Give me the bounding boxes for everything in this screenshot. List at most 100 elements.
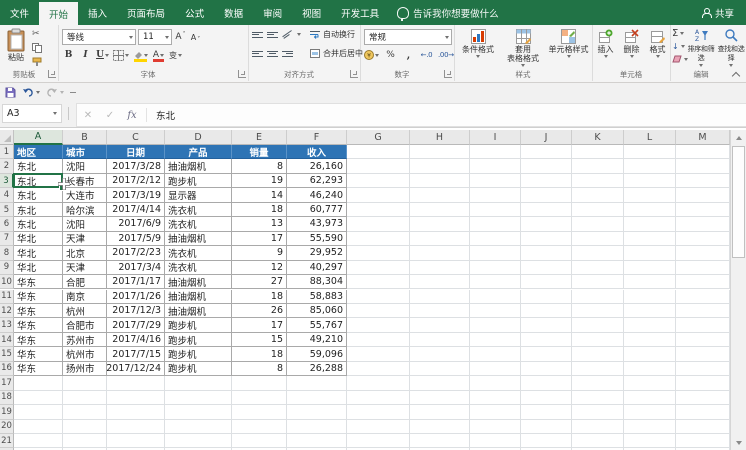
cell-H19[interactable] bbox=[410, 405, 470, 419]
cell-M11[interactable] bbox=[676, 290, 730, 304]
cell-F2[interactable]: 26,160 bbox=[287, 159, 347, 173]
cell-D11[interactable]: 抽油烟机 bbox=[165, 290, 232, 304]
cell-I8[interactable] bbox=[470, 246, 521, 260]
cell-K18[interactable] bbox=[572, 391, 624, 405]
autosum-button[interactable]: Σ bbox=[672, 28, 684, 39]
cell-B7[interactable]: 天津 bbox=[63, 232, 107, 246]
cell-I11[interactable] bbox=[470, 290, 521, 304]
column-header-G[interactable]: G bbox=[347, 130, 410, 145]
cell-G21[interactable] bbox=[347, 434, 410, 448]
cell-B15[interactable]: 杭州市 bbox=[63, 347, 107, 361]
cell-E3[interactable]: 19 bbox=[232, 174, 287, 188]
cell-C13[interactable]: 2017/7/29 bbox=[107, 318, 165, 332]
cell-K19[interactable] bbox=[572, 405, 624, 419]
copy-button[interactable] bbox=[32, 43, 42, 53]
cell-J16[interactable] bbox=[521, 362, 572, 376]
format-as-table-button[interactable]: 套用 表格格式 bbox=[501, 28, 545, 67]
cell-I19[interactable] bbox=[470, 405, 521, 419]
cell-C1[interactable]: 日期 bbox=[107, 145, 165, 159]
font-color-button[interactable]: A bbox=[152, 48, 165, 62]
cell-K5[interactable] bbox=[572, 203, 624, 217]
column-header-I[interactable]: I bbox=[470, 130, 521, 145]
cell-H2[interactable] bbox=[410, 159, 470, 173]
cell-I18[interactable] bbox=[470, 391, 521, 405]
column-header-C[interactable]: C bbox=[107, 130, 165, 145]
phonetic-guide-button[interactable]: 变 bbox=[169, 48, 182, 62]
cell-C4[interactable]: 2017/3/19 bbox=[107, 188, 165, 202]
cell-E14[interactable]: 15 bbox=[232, 333, 287, 347]
cell-C5[interactable]: 2017/4/14 bbox=[107, 203, 165, 217]
cell-A6[interactable]: 东北 bbox=[14, 217, 63, 231]
cell-B13[interactable]: 合肥市 bbox=[63, 318, 107, 332]
decrease-font-button[interactable]: A˅ bbox=[189, 30, 202, 44]
cell-E10[interactable]: 27 bbox=[232, 275, 287, 289]
cell-E6[interactable]: 13 bbox=[232, 217, 287, 231]
column-header-K[interactable]: K bbox=[572, 130, 624, 145]
orientation-icon[interactable] bbox=[281, 29, 294, 41]
cell-M2[interactable] bbox=[676, 159, 730, 173]
redo-button[interactable] bbox=[46, 87, 64, 97]
align-middle-icon[interactable] bbox=[267, 30, 278, 39]
cell-J12[interactable] bbox=[521, 304, 572, 318]
clipboard-dialog-launcher[interactable] bbox=[48, 70, 56, 78]
fill-button[interactable]: ↓ bbox=[672, 42, 685, 51]
cell-B12[interactable]: 杭州 bbox=[63, 304, 107, 318]
cell-G7[interactable] bbox=[347, 232, 410, 246]
cell-M4[interactable] bbox=[676, 188, 730, 202]
row-header-7[interactable]: 7 bbox=[0, 232, 14, 246]
row-header-21[interactable]: 21 bbox=[0, 434, 14, 448]
cell-B9[interactable]: 天津 bbox=[63, 261, 107, 275]
cell-F3[interactable]: 62,293 bbox=[287, 174, 347, 188]
cell-K12[interactable] bbox=[572, 304, 624, 318]
italic-button[interactable]: I bbox=[79, 48, 92, 62]
cell-B19[interactable] bbox=[63, 405, 107, 419]
align-center-icon[interactable] bbox=[267, 49, 278, 58]
cell-G2[interactable] bbox=[347, 159, 410, 173]
cell-B1[interactable]: 城市 bbox=[63, 145, 107, 159]
cell-F18[interactable] bbox=[287, 391, 347, 405]
cell-A13[interactable]: 华东 bbox=[14, 318, 63, 332]
increase-font-button[interactable]: A˄ bbox=[174, 30, 187, 44]
cell-J11[interactable] bbox=[521, 290, 572, 304]
cell-E7[interactable]: 17 bbox=[232, 232, 287, 246]
cell-H6[interactable] bbox=[410, 217, 470, 231]
conditional-formatting-button[interactable]: 条件格式 bbox=[456, 28, 500, 58]
cell-D19[interactable] bbox=[165, 405, 232, 419]
cell-L13[interactable] bbox=[624, 318, 676, 332]
cell-G8[interactable] bbox=[347, 246, 410, 260]
row-header-13[interactable]: 13 bbox=[0, 318, 14, 332]
cell-A3[interactable]: 东北 bbox=[14, 174, 63, 188]
cell-D7[interactable]: 抽油烟机 bbox=[165, 232, 232, 246]
cell-B14[interactable]: 苏州市 bbox=[63, 333, 107, 347]
tab-2[interactable]: 插入 bbox=[78, 0, 117, 25]
cell-C10[interactable]: 2017/1/17 bbox=[107, 275, 165, 289]
cell-K10[interactable] bbox=[572, 275, 624, 289]
cell-A19[interactable] bbox=[14, 405, 63, 419]
cell-G15[interactable] bbox=[347, 347, 410, 361]
cell-G13[interactable] bbox=[347, 318, 410, 332]
cell-B10[interactable]: 合肥 bbox=[63, 275, 107, 289]
cell-E21[interactable] bbox=[232, 434, 287, 448]
cell-C8[interactable]: 2017/2/23 bbox=[107, 246, 165, 260]
cell-D20[interactable] bbox=[165, 420, 232, 434]
insert-cells-button[interactable]: 插入 bbox=[593, 28, 618, 58]
cell-B17[interactable] bbox=[63, 376, 107, 390]
cell-G3[interactable] bbox=[347, 174, 410, 188]
cell-D13[interactable]: 跑步机 bbox=[165, 318, 232, 332]
cell-G10[interactable] bbox=[347, 275, 410, 289]
cell-K16[interactable] bbox=[572, 362, 624, 376]
cell-C20[interactable] bbox=[107, 420, 165, 434]
cell-I1[interactable] bbox=[470, 145, 521, 159]
alignment-dialog-launcher[interactable] bbox=[350, 70, 358, 78]
cell-K2[interactable] bbox=[572, 159, 624, 173]
cell-L9[interactable] bbox=[624, 261, 676, 275]
cell-H16[interactable] bbox=[410, 362, 470, 376]
font-name-combo[interactable]: 等线 bbox=[62, 29, 136, 45]
column-header-H[interactable]: H bbox=[410, 130, 470, 145]
row-header-5[interactable]: 5 bbox=[0, 203, 14, 217]
cell-A16[interactable]: 华东 bbox=[14, 362, 63, 376]
cell-L17[interactable] bbox=[624, 376, 676, 390]
cell-K15[interactable] bbox=[572, 347, 624, 361]
cell-J9[interactable] bbox=[521, 261, 572, 275]
tab-4[interactable]: 公式 bbox=[175, 0, 214, 25]
